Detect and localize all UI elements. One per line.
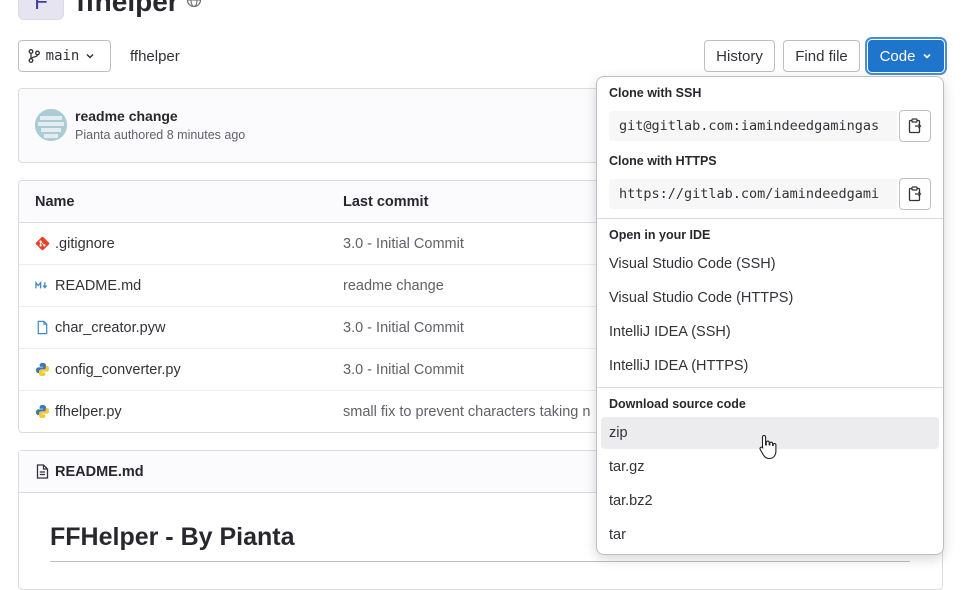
download-source-label: Download source code <box>609 397 746 411</box>
ide-vscode-ssh[interactable]: Visual Studio Code (SSH) <box>601 248 939 280</box>
divider <box>597 387 943 388</box>
download-tar-bz2[interactable]: tar.bz2 <box>601 485 939 517</box>
code-dropdown-menu: Clone with SSH git@gitlab.com:iamindeedg… <box>596 76 944 555</box>
clone-ssh-label: Clone with SSH <box>609 86 702 100</box>
branch-selector-button[interactable]: main <box>18 40 111 72</box>
code-button-label: Code <box>879 47 916 65</box>
clipboard-icon <box>908 186 922 202</box>
column-header-name: Name <box>35 194 75 210</box>
file-last-commit[interactable]: 3.0 - Initial Commit <box>343 320 464 336</box>
chevron-down-icon <box>923 53 931 59</box>
breadcrumb[interactable]: ffhelper <box>130 48 180 65</box>
user-avatar-icon <box>35 109 67 141</box>
file-icon <box>37 320 48 335</box>
file-last-commit[interactable]: 3.0 - Initial Commit <box>343 236 464 252</box>
open-in-ide-label: Open in your IDE <box>609 228 711 242</box>
file-last-commit[interactable]: readme change <box>343 278 444 294</box>
branch-name: main <box>45 48 80 64</box>
git-icon <box>35 236 50 251</box>
copy-https-url-button[interactable] <box>899 178 931 210</box>
globe-icon <box>186 0 202 8</box>
clone-https-url-input[interactable]: https://gitlab.com/iamindeedgami <box>609 179 897 209</box>
clone-https-label: Clone with HTTPS <box>609 154 717 168</box>
file-name[interactable]: config_converter.py <box>55 362 181 378</box>
ide-vscode-https[interactable]: Visual Studio Code (HTTPS) <box>601 282 939 314</box>
divider <box>50 561 910 562</box>
clone-ssh-url-input[interactable]: git@gitlab.com:iamindeedgamingas <box>609 111 897 141</box>
branch-icon <box>28 49 40 63</box>
file-last-commit[interactable]: small fix to prevent characters taking n <box>343 404 590 420</box>
file-text-icon <box>36 464 49 479</box>
avatar[interactable] <box>35 109 67 141</box>
copy-ssh-url-button[interactable] <box>899 110 931 142</box>
project-avatar: F <box>18 0 64 20</box>
hand-cursor-icon <box>759 434 777 460</box>
chevron-down-icon <box>86 53 94 59</box>
file-last-commit[interactable]: 3.0 - Initial Commit <box>343 362 464 378</box>
readme-heading: FFHelper - By Pianta <box>50 523 295 551</box>
python-icon <box>35 404 50 419</box>
readme-filename[interactable]: README.md <box>55 464 144 480</box>
clipboard-icon <box>908 118 922 134</box>
file-name[interactable]: ffhelper.py <box>55 404 122 420</box>
commit-title[interactable]: readme change <box>75 108 178 124</box>
file-name[interactable]: README.md <box>55 278 141 294</box>
ide-intellij-https[interactable]: IntelliJ IDEA (HTTPS) <box>601 350 939 382</box>
find-file-button[interactable]: Find file <box>783 40 860 72</box>
commit-meta: Pianta authored 8 minutes ago <box>75 128 246 142</box>
markdown-icon <box>35 280 48 289</box>
code-button[interactable]: Code <box>868 40 944 72</box>
ide-intellij-ssh[interactable]: IntelliJ IDEA (SSH) <box>601 316 939 348</box>
file-name[interactable]: char_creator.pyw <box>55 320 165 336</box>
column-header-last-commit: Last commit <box>343 194 429 210</box>
project-title[interactable]: ffhelper <box>76 0 179 18</box>
divider <box>597 218 943 219</box>
download-tar[interactable]: tar <box>601 519 939 551</box>
history-button[interactable]: History <box>704 40 775 72</box>
python-icon <box>35 362 50 377</box>
file-name[interactable]: .gitignore <box>55 236 115 252</box>
